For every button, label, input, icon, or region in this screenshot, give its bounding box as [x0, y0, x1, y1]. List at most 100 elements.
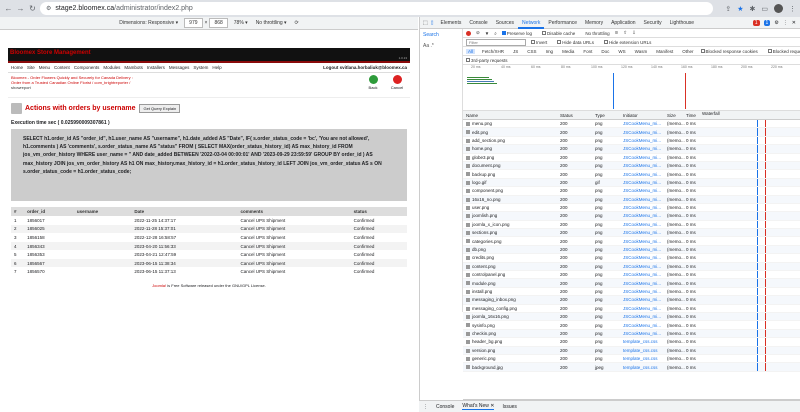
request-initiator[interactable]: JSCookMenu_mi... — [621, 239, 665, 244]
drawer-tab-issues[interactable]: Issues — [502, 404, 516, 410]
third-party-checkbox[interactable]: 3rd-party requests — [466, 58, 513, 63]
tab-sources[interactable]: Sources — [492, 17, 518, 29]
column-header-status[interactable]: Status — [558, 113, 593, 118]
menu-item-components[interactable]: Components — [74, 65, 100, 70]
width-input[interactable]: 979 — [184, 18, 203, 28]
disable-cache-checkbox[interactable]: Disable cache — [542, 31, 580, 36]
request-row[interactable]: categories.png 200 png JSCookMenu_mi... (mem… — [463, 237, 800, 246]
sidepanel-icon[interactable]: ▭ — [761, 5, 768, 13]
request-initiator[interactable]: template_css.css — [621, 348, 665, 353]
record-icon[interactable] — [466, 30, 471, 36]
request-initiator[interactable]: JSCookMenu_mi... — [621, 205, 665, 210]
upload-icon[interactable]: ⇧ — [623, 30, 627, 36]
request-row[interactable]: header_bg.png 200 png template_css.css (memo… — [463, 338, 800, 347]
search-options[interactable]: Aa .* — [420, 41, 462, 51]
hide-data-checkbox[interactable]: Hide data URLs — [557, 40, 599, 45]
request-row[interactable]: add_section.png 200 png JSCookMenu_mi... (me… — [463, 136, 800, 146]
type-filter-manifest[interactable]: Manifest — [654, 49, 675, 54]
blocked-requests-checkbox[interactable]: Blocked requests — [767, 49, 800, 54]
request-row[interactable]: logo.gif 200 gif JSCookMenu_mi... (memo... 0 … — [463, 178, 800, 188]
type-filter-all[interactable]: All — [466, 48, 476, 54]
column-header-name[interactable]: Name — [463, 113, 558, 118]
request-row[interactable]: home.png 200 png JSCookMenu_mi... (memo... 0 … — [463, 145, 800, 154]
menu-item-installers[interactable]: Installers — [147, 65, 165, 70]
logout-link[interactable]: Logout svitlana.horbaliuk@bloomex.ca — [323, 65, 407, 70]
menu-item-help[interactable]: Help — [212, 65, 221, 70]
column-header-size[interactable]: Size — [665, 113, 684, 118]
request-initiator[interactable]: JSCookMenu_mi... — [621, 197, 665, 202]
blocked-cookies-checkbox[interactable]: Blocked response cookies — [700, 49, 763, 54]
menu-item-mambots[interactable]: Mambots — [124, 65, 143, 70]
request-initiator[interactable]: JSCookMenu_mi... — [621, 247, 665, 252]
request-row[interactable]: module.png 200 png JSCookMenu_mi... (memo...… — [463, 279, 800, 288]
type-filter-js[interactable]: JS — [511, 49, 520, 54]
request-initiator[interactable]: JSCookMenu_mi... — [621, 255, 665, 260]
request-initiator[interactable]: JSCookMenu_mi... — [621, 121, 665, 126]
tune-icon[interactable]: ⚙ — [46, 5, 51, 12]
request-row[interactable]: menu.png 200 png JSCookMenu_mi... (memo... 0 … — [463, 120, 800, 129]
tab-network[interactable]: Network — [518, 17, 545, 29]
tab-application[interactable]: Application — [607, 17, 639, 29]
menu-item-system[interactable]: System — [193, 65, 208, 70]
wifi-icon[interactable]: ≋ — [615, 30, 619, 36]
request-initiator[interactable]: JSCookMenu_mi... — [621, 306, 665, 311]
dimensions-select[interactable]: Dimensions: Responsive ▾ — [119, 20, 178, 26]
kebab-menu-icon[interactable]: ⋮ — [789, 5, 796, 13]
settings-icon[interactable]: ⚙ — [774, 20, 778, 26]
query-explain-button[interactable]: Get Query Explain — [139, 103, 181, 113]
device-icon[interactable]: ▯ — [431, 20, 434, 26]
address-bar[interactable]: ⚙ stage2.bloomex.ca/administrator/index2… — [40, 2, 714, 15]
hide-ext-checkbox[interactable]: Hide extension URLs — [604, 40, 656, 45]
request-initiator[interactable]: JSCookMenu_mi... — [621, 138, 665, 143]
menu-item-modules[interactable]: Modules — [103, 65, 120, 70]
request-initiator[interactable]: JSCookMenu_mi... — [621, 155, 665, 160]
request-initiator[interactable]: JSCookMenu_mi... — [621, 331, 665, 336]
request-initiator[interactable]: JSCookMenu_mi... — [621, 323, 665, 328]
back-arrow-icon[interactable]: ← — [4, 4, 13, 13]
drawer-menu-icon[interactable]: ⋮ — [423, 404, 428, 410]
column-header[interactable]: comments — [237, 207, 351, 216]
request-initiator[interactable]: template_css.css — [621, 339, 665, 344]
bookmark-star-icon[interactable]: ★ — [737, 5, 743, 13]
request-row[interactable]: globe3.png 200 png JSCookMenu_mi... (memo...… — [463, 153, 800, 162]
request-row[interactable]: messaging_config.png 200 png JSCookMenu_mi.… — [463, 304, 800, 313]
request-row[interactable]: sections.png 200 png JSCookMenu_mi... (memo.… — [463, 229, 800, 238]
request-row[interactable]: messaging_inbox.png 200 png JSCookMenu_mi..… — [463, 296, 800, 305]
request-row[interactable]: controlpanel.png 200 png JSCookMenu_mi... (m… — [463, 271, 800, 280]
error-badge[interactable]: 1 — [752, 19, 760, 26]
request-row[interactable]: backup.png 200 png JSCookMenu_mi... (memo...… — [463, 170, 800, 179]
profile-avatar[interactable] — [774, 4, 783, 13]
type-filter-font[interactable]: Font — [581, 49, 594, 54]
reload-icon[interactable]: ↻ — [28, 4, 37, 13]
type-filter-fetch-xhr[interactable]: Fetch/XHR — [480, 49, 506, 54]
request-row[interactable]: db.png 200 png JSCookMenu_mi... (memo... 0 ms — [463, 245, 800, 255]
column-header[interactable]: username — [73, 207, 132, 216]
request-row[interactable]: component.png 200 png JSCookMenu_mi... (memo… — [463, 187, 800, 196]
menu-item-messages[interactable]: Messages — [169, 65, 190, 70]
tab-security[interactable]: Security — [640, 17, 666, 29]
request-row[interactable]: checkin.png 200 png JSCookMenu_mi... (memo..… — [463, 329, 800, 339]
request-row[interactable]: joomla_16x16.png 200 png JSCookMenu_mi... (m… — [463, 312, 800, 322]
zoom-select[interactable]: 78% ▾ — [234, 20, 248, 26]
request-initiator[interactable]: JSCookMenu_mi... — [621, 289, 665, 294]
request-row[interactable]: version.png 200 png template_css.css (memo..… — [463, 346, 800, 355]
share-icon[interactable]: ⇪ — [725, 5, 731, 13]
request-row[interactable]: credits.png 200 png JSCookMenu_mi... (memo..… — [463, 254, 800, 263]
column-header-time[interactable]: Time — [684, 113, 702, 118]
invert-checkbox[interactable]: Invert — [531, 40, 552, 45]
column-header-waterfall[interactable]: Waterfall — [702, 111, 800, 119]
column-header-type[interactable]: Type — [593, 113, 621, 118]
filter-input[interactable]: Filter — [466, 38, 526, 46]
column-header[interactable]: status — [350, 207, 407, 216]
extensions-icon[interactable]: ✱ — [750, 5, 756, 13]
inspect-icon[interactable]: ⬚ — [423, 20, 428, 26]
column-header[interactable]: order_id — [24, 207, 74, 216]
search-icon[interactable]: ⌕ — [494, 31, 497, 36]
filter-icon[interactable]: ▼ — [485, 31, 489, 36]
request-row[interactable]: joomlish.png 200 png JSCookMenu_mi... (memo.… — [463, 212, 800, 221]
request-initiator[interactable]: JSCookMenu_mi... — [621, 297, 665, 302]
rotate-icon[interactable]: ⟳ — [295, 20, 299, 26]
forward-arrow-icon[interactable]: → — [16, 4, 25, 13]
joomla-link[interactable]: Joomla! — [152, 283, 166, 288]
request-initiator[interactable]: JSCookMenu_mi... — [621, 172, 665, 177]
